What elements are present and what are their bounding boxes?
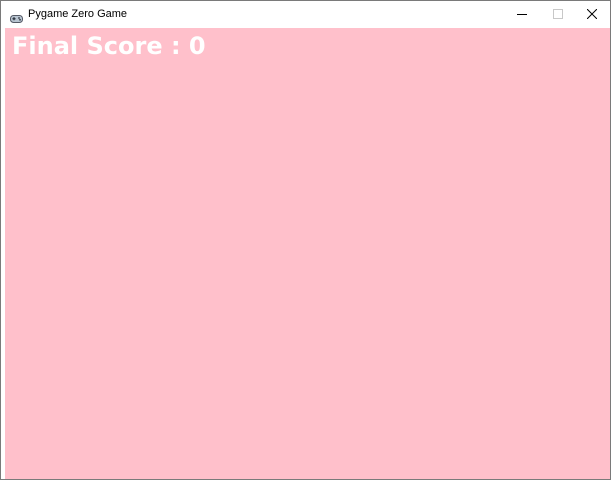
game-canvas[interactable]: Final Score : 0 <box>5 28 610 479</box>
maximize-icon <box>553 6 563 24</box>
close-icon <box>586 6 598 24</box>
window-title: Pygame Zero Game <box>28 8 128 20</box>
close-button[interactable] <box>574 1 610 28</box>
minimize-icon <box>517 6 527 24</box>
gamepad-icon <box>10 10 23 23</box>
game-window: Pygame Zero Game Final Score : 0 <box>0 0 611 480</box>
title-bar[interactable]: Pygame Zero Game <box>1 1 610 28</box>
final-score-text: Final Score : 0 <box>12 32 206 60</box>
minimize-button[interactable] <box>504 1 540 28</box>
maximize-button[interactable] <box>540 1 576 28</box>
